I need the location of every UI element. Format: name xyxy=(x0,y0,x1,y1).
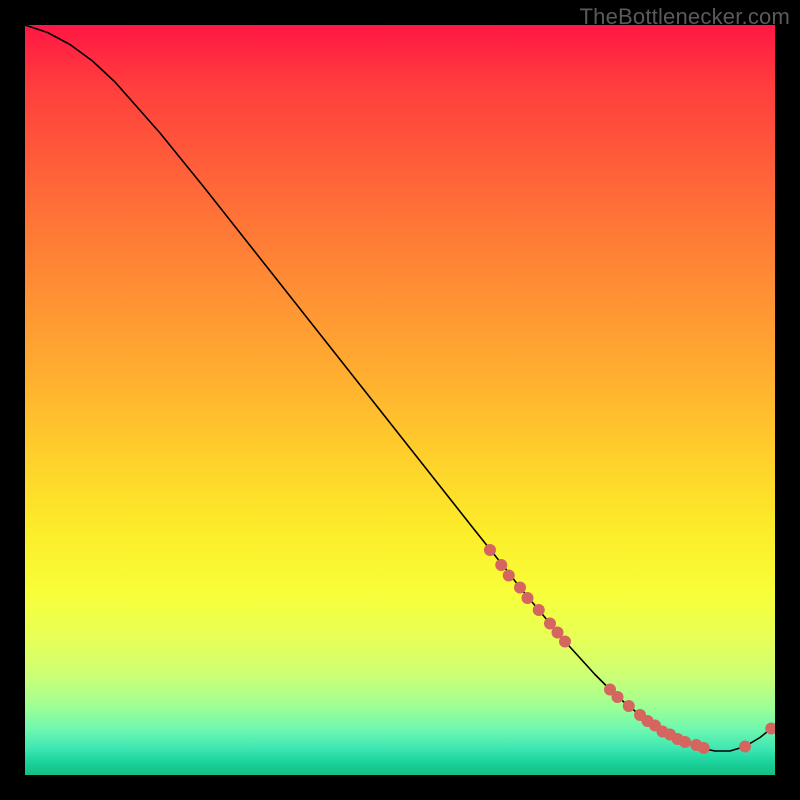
marker-dot xyxy=(698,742,710,754)
marker-group xyxy=(484,544,775,754)
marker-dot xyxy=(514,582,526,594)
marker-dot xyxy=(522,592,534,604)
marker-dot xyxy=(623,700,635,712)
bottleneck-curve xyxy=(25,25,775,751)
plot-area xyxy=(25,25,775,775)
marker-dot xyxy=(484,544,496,556)
marker-dot xyxy=(739,741,751,753)
marker-dot xyxy=(612,691,624,703)
chart-svg xyxy=(25,25,775,775)
marker-dot xyxy=(503,570,515,582)
marker-dot xyxy=(559,636,571,648)
marker-dot xyxy=(495,559,507,571)
marker-dot xyxy=(533,604,545,616)
marker-dot xyxy=(679,736,691,748)
chart-stage: TheBottlenecker.com xyxy=(0,0,800,800)
